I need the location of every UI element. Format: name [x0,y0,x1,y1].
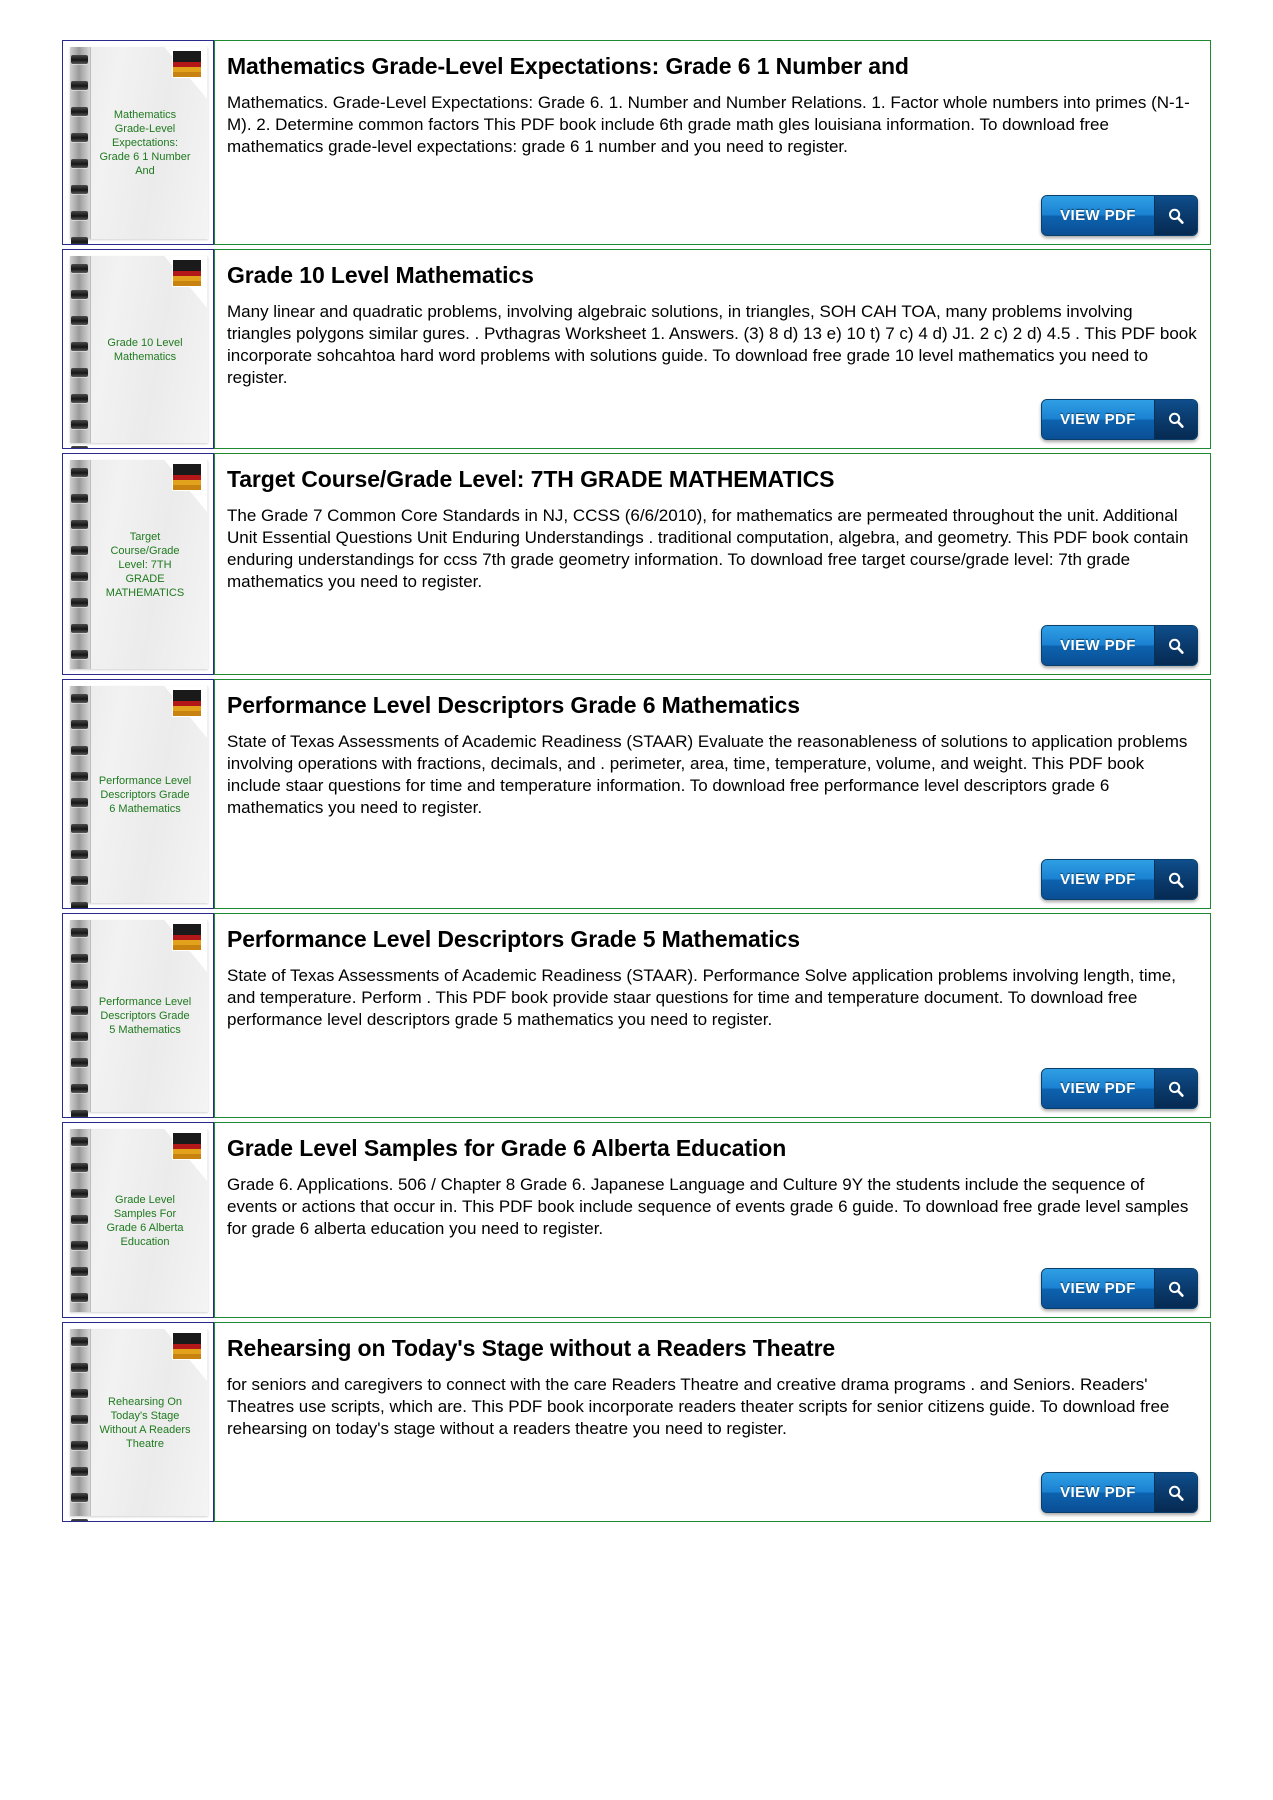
result-actions: VIEW PDF [227,1472,1198,1513]
view-pdf-label: VIEW PDF [1042,860,1154,899]
thumbnail-caption: Grade Level Samples For Grade 6 Alberta … [106,1193,184,1248]
result-content-cell: Mathematics Grade-Level Expectations: Gr… [214,40,1211,245]
publisher-logo-icon [172,689,202,717]
result-snippet: State of Texas Assessments of Academic R… [227,732,1188,817]
search-result-item: Performance Level Descriptors Grade 5 Ma… [62,913,1211,1118]
view-pdf-button-4[interactable]: VIEW PDF [1041,859,1198,900]
thumbnail-caption: Mathematics Grade-Level Expectations: Gr… [99,109,191,177]
notebook-thumbnail-image: Performance Level Descriptors Grade 5 Ma… [70,920,208,1117]
result-content-cell: Target Course/Grade Level: 7TH GRADE MAT… [214,453,1211,675]
result-thumbnail-cell-4[interactable]: Performance Level Descriptors Grade 6 Ma… [62,679,214,909]
notebook-thumbnail-image: Mathematics Grade-Level Expectations: Gr… [70,47,208,244]
page-curl-icon [159,1329,207,1381]
result-actions: VIEW PDF [227,1268,1198,1309]
thumbnail-caption: Grade 10 Level Mathematics [107,336,183,363]
search-result-item: Grade Level Samples For Grade 6 Alberta … [62,1122,1211,1318]
result-thumbnail-cell-2[interactable]: Grade 10 Level Mathematics [62,249,214,449]
result-snippet: Mathematics. Grade-Level Expectations: G… [227,93,1190,156]
view-pdf-button-6[interactable]: VIEW PDF [1041,1268,1198,1309]
publisher-logo-icon [172,463,202,491]
result-actions: VIEW PDF [227,1068,1198,1109]
page-curl-icon [159,460,207,512]
result-content-cell: Performance Level Descriptors Grade 5 Ma… [214,913,1211,1118]
result-title[interactable]: Performance Level Descriptors Grade 6 Ma… [227,691,1198,719]
view-pdf-label: VIEW PDF [1042,1069,1154,1108]
view-pdf-label: VIEW PDF [1042,1269,1154,1308]
result-title[interactable]: Grade Level Samples for Grade 6 Alberta … [227,1134,1198,1162]
view-pdf-button-7[interactable]: VIEW PDF [1041,1472,1198,1513]
notebook-thumbnail-image: Target Course/Grade Level: 7TH GRADE MAT… [70,460,208,669]
result-title[interactable]: Performance Level Descriptors Grade 5 Ma… [227,925,1198,953]
result-thumbnail-cell-6[interactable]: Grade Level Samples For Grade 6 Alberta … [62,1122,214,1318]
page-curl-icon [159,256,207,308]
result-snippet: State of Texas Assessments of Academic R… [227,966,1176,1029]
search-icon[interactable] [1154,1269,1197,1308]
search-icon[interactable] [1154,1473,1197,1512]
result-snippet: The Grade 7 Common Core Standards in NJ,… [227,506,1189,591]
result-content-cell: Performance Level Descriptors Grade 6 Ma… [214,679,1211,909]
view-pdf-label: VIEW PDF [1042,626,1154,665]
result-thumbnail-cell-3[interactable]: Target Course/Grade Level: 7TH GRADE MAT… [62,453,214,675]
search-icon[interactable] [1154,196,1197,235]
notebook-thumbnail-image: Grade 10 Level Mathematics [70,256,208,448]
view-pdf-label: VIEW PDF [1042,400,1154,439]
search-result-item: Grade 10 Level Mathematics Grade 10 Leve… [62,249,1211,449]
publisher-logo-icon [172,50,202,78]
result-title[interactable]: Grade 10 Level Mathematics [227,261,1198,289]
search-result-item: Performance Level Descriptors Grade 6 Ma… [62,679,1211,909]
view-pdf-button-2[interactable]: VIEW PDF [1041,399,1198,440]
thumbnail-caption: Performance Level Descriptors Grade 6 Ma… [98,774,192,815]
result-title[interactable]: Mathematics Grade-Level Expectations: Gr… [227,52,1198,80]
page-curl-icon [159,47,207,99]
page-curl-icon [159,686,207,738]
result-actions: VIEW PDF [227,859,1198,900]
result-thumbnail-cell-1[interactable]: Mathematics Grade-Level Expectations: Gr… [62,40,214,245]
notebook-thumbnail-image: Grade Level Samples For Grade 6 Alberta … [70,1129,208,1312]
search-result-item: Target Course/Grade Level: 7TH GRADE MAT… [62,453,1211,675]
search-icon[interactable] [1154,400,1197,439]
notebook-thumbnail-image: Rehearsing On Today's Stage Without A Re… [70,1329,208,1521]
notebook-thumbnail-image: Performance Level Descriptors Grade 6 Ma… [70,686,208,908]
view-pdf-label: VIEW PDF [1042,196,1154,235]
result-content-cell: Rehearsing on Today's Stage without a Re… [214,1322,1211,1522]
page-curl-icon [159,920,207,972]
search-result-item: Rehearsing On Today's Stage Without A Re… [62,1322,1211,1522]
publisher-logo-icon [172,1332,202,1360]
result-title[interactable]: Rehearsing on Today's Stage without a Re… [227,1334,1198,1362]
view-pdf-button-3[interactable]: VIEW PDF [1041,625,1198,666]
result-content-cell: Grade Level Samples for Grade 6 Alberta … [214,1122,1211,1318]
search-icon[interactable] [1154,626,1197,665]
publisher-logo-icon [172,259,202,287]
thumbnail-caption: Performance Level Descriptors Grade 5 Ma… [98,996,192,1036]
result-actions: VIEW PDF [227,399,1198,440]
thumbnail-caption: Rehearsing On Today's Stage Without A Re… [99,1395,191,1450]
result-snippet: for seniors and caregivers to connect wi… [227,1375,1170,1438]
search-icon[interactable] [1154,1069,1197,1108]
result-snippet: Many linear and quadratic problems, invo… [227,302,1197,387]
publisher-logo-icon [172,1132,202,1160]
view-pdf-label: VIEW PDF [1042,1473,1154,1512]
page-curl-icon [159,1129,207,1181]
search-results-list: Mathematics Grade-Level Expectations: Gr… [0,0,1273,1522]
result-actions: VIEW PDF [227,625,1198,666]
search-result-item: Mathematics Grade-Level Expectations: Gr… [62,40,1211,245]
publisher-logo-icon [172,923,202,951]
view-pdf-button-5[interactable]: VIEW PDF [1041,1068,1198,1109]
result-title[interactable]: Target Course/Grade Level: 7TH GRADE MAT… [227,465,1198,493]
result-thumbnail-cell-5[interactable]: Performance Level Descriptors Grade 5 Ma… [62,913,214,1118]
result-snippet: Grade 6. Applications. 506 / Chapter 8 G… [227,1175,1189,1238]
result-content-cell: Grade 10 Level Mathematics Many linear a… [214,249,1211,449]
result-thumbnail-cell-7[interactable]: Rehearsing On Today's Stage Without A Re… [62,1322,214,1522]
result-actions: VIEW PDF [227,195,1198,236]
thumbnail-caption: Target Course/Grade Level: 7TH GRADE MAT… [105,530,185,599]
search-icon[interactable] [1154,860,1197,899]
view-pdf-button-1[interactable]: VIEW PDF [1041,195,1198,236]
